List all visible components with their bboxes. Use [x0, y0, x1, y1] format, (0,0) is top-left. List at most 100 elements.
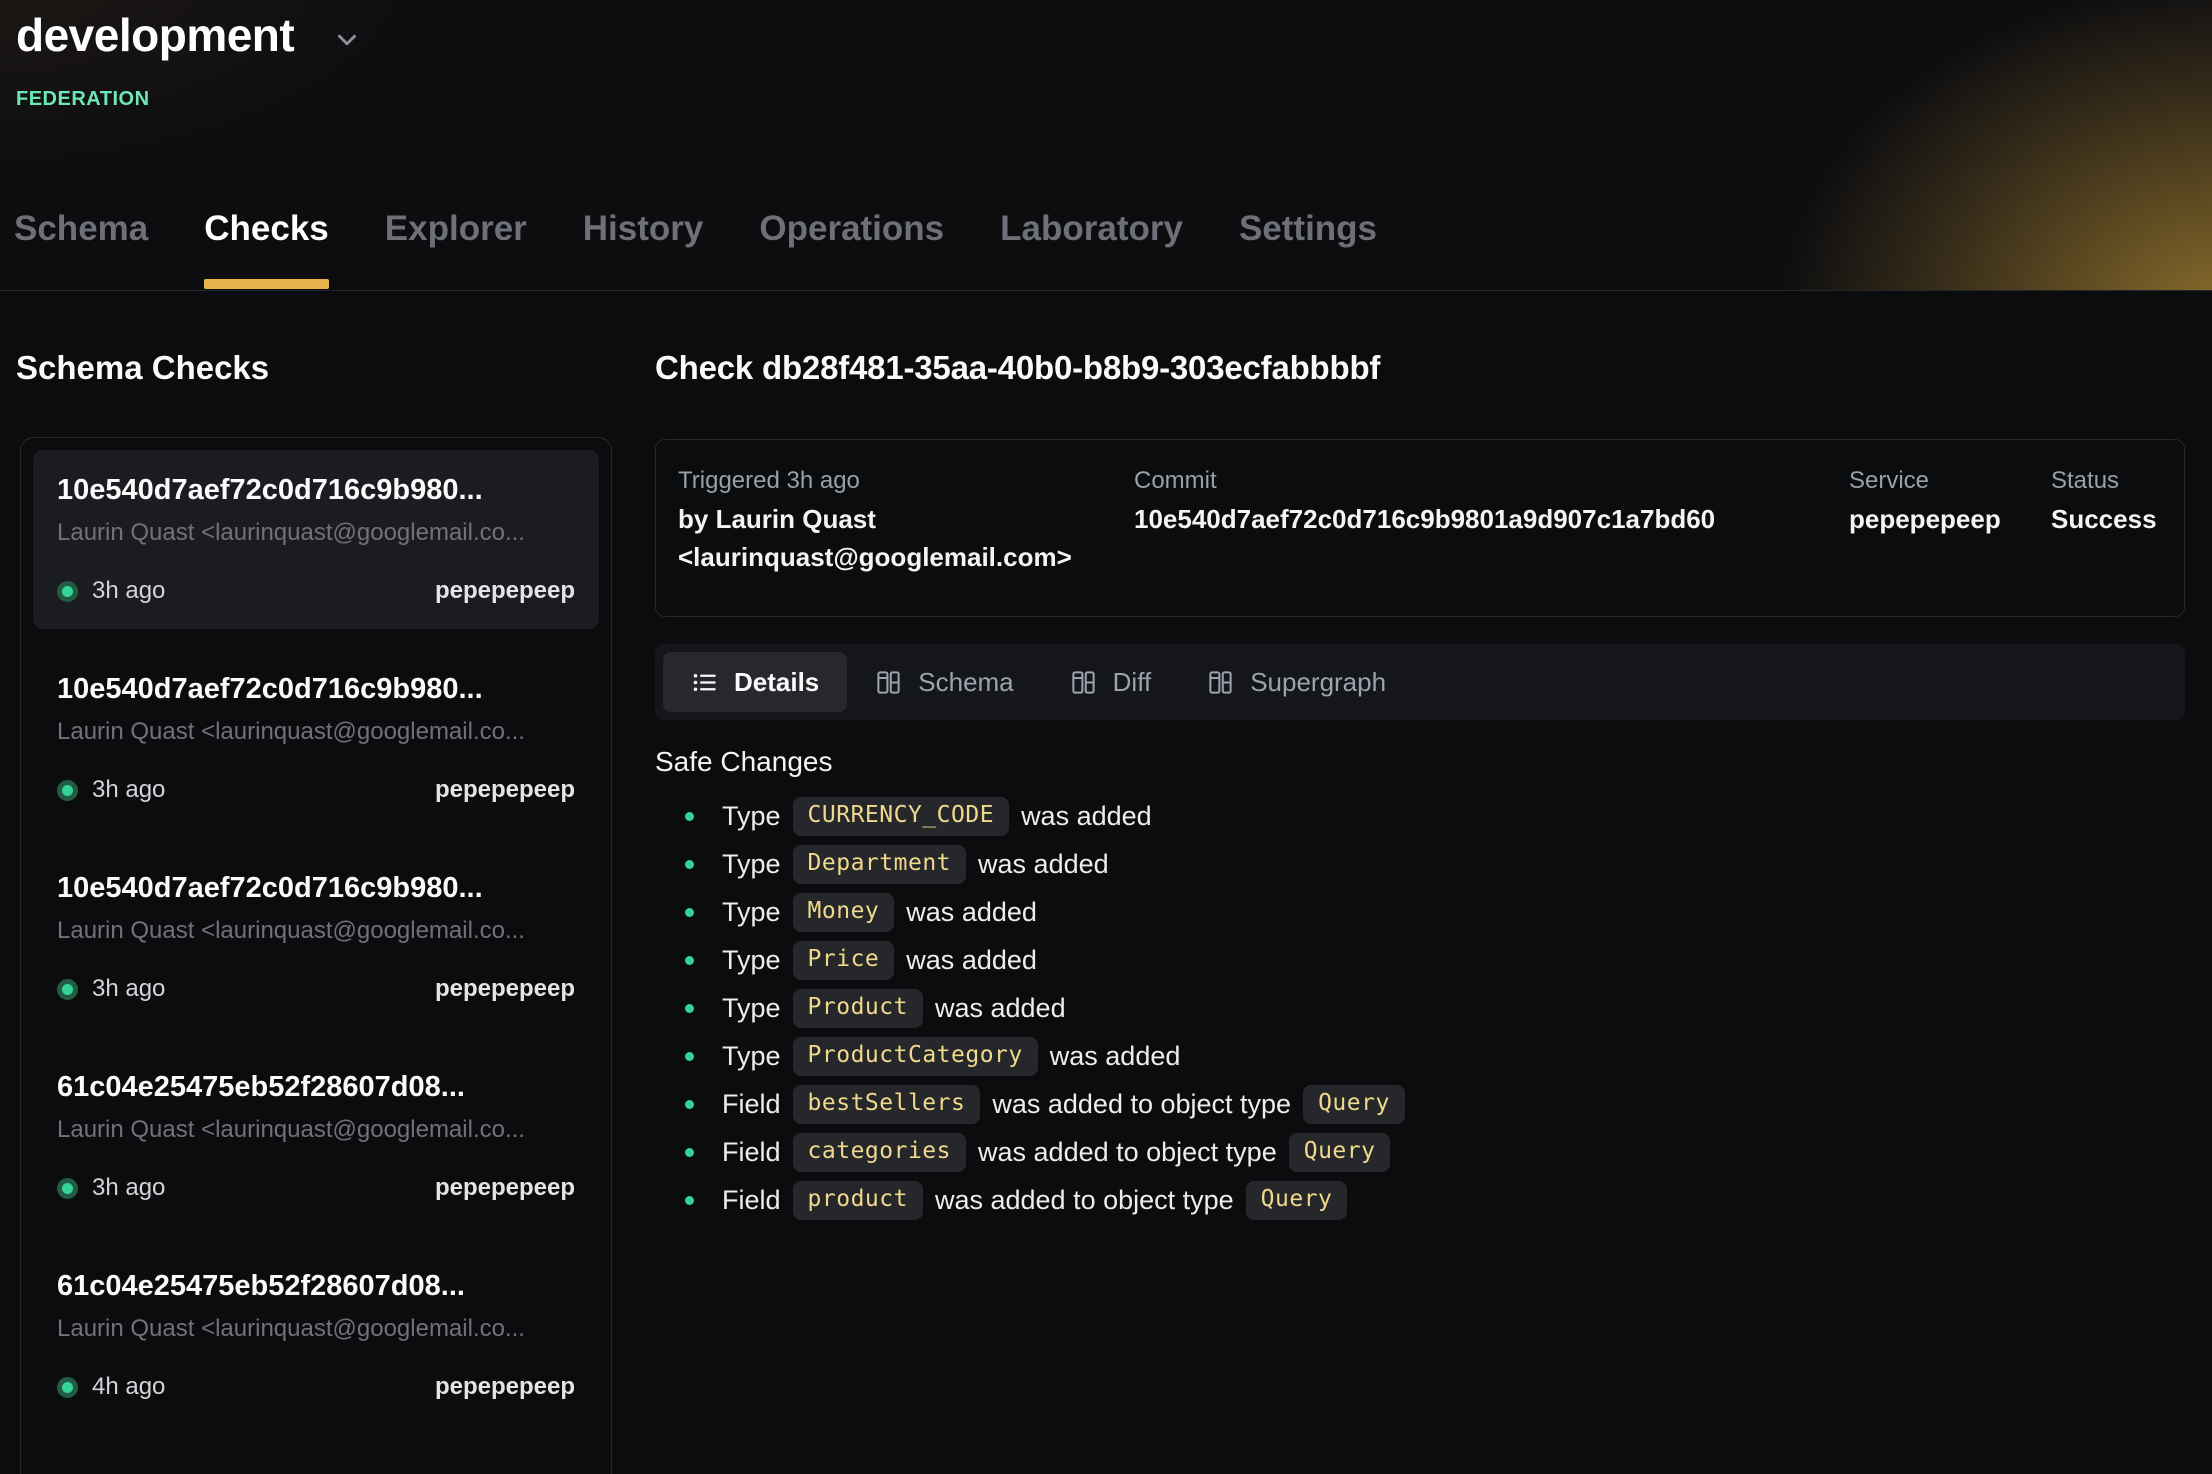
sidebar-title: Schema Checks [16, 349, 635, 387]
commit-hash: 10e540d7aef72c0d716c9b9801a9d907c1a7bd60 [1134, 500, 1849, 538]
triggered-email: <laurinquast@googlemail.com> [678, 538, 1134, 576]
list-icon [691, 669, 718, 696]
check-card[interactable]: 61c04e25475eb52f28607d08... Laurin Quast… [33, 1246, 599, 1425]
change-row: Field product was added to object type Q… [655, 1176, 2185, 1224]
change-name-chip: Money [793, 893, 895, 932]
change-row: Type ProductCategory was added [655, 1032, 2185, 1080]
bullet-icon [685, 1196, 694, 1205]
nav-tab-checks[interactable]: Checks [204, 209, 329, 290]
triggered-by: by Laurin Quast [678, 500, 1134, 538]
tab-diff[interactable]: Diff [1042, 652, 1180, 712]
bullet-icon [685, 1100, 694, 1109]
change-suffix: was added [935, 993, 1066, 1024]
change-kind: Type [722, 1041, 781, 1072]
check-service: pepepepeep [435, 1373, 575, 1401]
status-success-dot [57, 1377, 78, 1398]
service-label: Service [1849, 462, 2051, 500]
change-row: Type Money was added [655, 888, 2185, 936]
change-kind: Field [722, 1185, 781, 1216]
tab-schema[interactable]: Schema [847, 652, 1041, 712]
check-author: Laurin Quast <laurinquast@googlemail.co.… [57, 917, 575, 945]
tab-label: Details [734, 667, 819, 698]
bullet-icon [685, 1052, 694, 1061]
check-card[interactable]: 10e540d7aef72c0d716c9b980... Laurin Quas… [33, 450, 599, 629]
checks-sidebar: Schema Checks 10e540d7aef72c0d716c9b980.… [0, 291, 635, 1474]
change-suffix: was added [906, 945, 1037, 976]
change-name-chip: Department [793, 845, 966, 884]
status-success-dot [57, 780, 78, 801]
check-view-tabbar: Details Schema Diff Supergraph [655, 644, 2185, 720]
status-value: Success [2051, 500, 2157, 538]
nav-tab-explorer[interactable]: Explorer [385, 209, 527, 290]
change-target-chip: Query [1246, 1181, 1348, 1220]
check-info-box: Triggered 3h ago by Laurin Quast <laurin… [655, 439, 2185, 617]
status-success-dot [57, 979, 78, 1000]
nav-tab-history[interactable]: History [583, 209, 704, 290]
check-author: Laurin Quast <laurinquast@googlemail.co.… [57, 718, 575, 746]
service-name: pepepepeep [1849, 500, 2051, 538]
bullet-icon [685, 908, 694, 917]
change-kind: Type [722, 993, 781, 1024]
change-target-chip: Query [1303, 1085, 1405, 1124]
bullet-icon [685, 860, 694, 869]
change-name-chip: categories [793, 1133, 966, 1172]
status-success-dot [57, 1178, 78, 1199]
change-name-chip: CURRENCY_CODE [793, 797, 1010, 836]
bullet-icon [685, 1148, 694, 1157]
check-hash: 10e540d7aef72c0d716c9b980... [57, 872, 575, 905]
bullet-icon [685, 956, 694, 965]
tab-label: Schema [918, 667, 1013, 698]
nav-tab-laboratory[interactable]: Laboratory [1000, 209, 1183, 290]
change-kind: Type [722, 849, 781, 880]
check-time: 3h ago [92, 1174, 165, 1202]
status-label: Status [2051, 462, 2157, 500]
tab-label: Supergraph [1250, 667, 1386, 698]
check-card[interactable]: 61c04e25475eb52f28607d08... Laurin Quast… [33, 1047, 599, 1226]
check-hash: 10e540d7aef72c0d716c9b980... [57, 474, 575, 507]
federation-badge: FEDERATION [16, 88, 150, 111]
page-header: development FEDERATION Schema Checks Exp… [0, 0, 2212, 291]
change-kind: Type [722, 897, 781, 928]
bullet-icon [685, 812, 694, 821]
change-target-chip: Query [1289, 1133, 1391, 1172]
main-nav: Schema Checks Explorer History Operation… [14, 209, 1377, 290]
change-row: Field bestSellers was added to object ty… [655, 1080, 2185, 1128]
bullet-icon [685, 1004, 694, 1013]
check-detail-title: Check db28f481-35aa-40b0-b8b9-303ecfabbb… [655, 349, 2185, 387]
nav-tab-schema[interactable]: Schema [14, 209, 148, 290]
tab-details[interactable]: Details [663, 652, 847, 712]
project-switcher[interactable]: development [16, 8, 362, 62]
check-time: 3h ago [92, 577, 165, 605]
change-suffix: was added [906, 897, 1037, 928]
change-suffix: was added to object type [978, 1137, 1277, 1168]
check-card[interactable]: 10e540d7aef72c0d716c9b980... Laurin Quas… [33, 649, 599, 828]
check-author: Laurin Quast <laurinquast@googlemail.co.… [57, 1315, 575, 1343]
change-kind: Field [722, 1137, 781, 1168]
change-row: Field categories was added to object typ… [655, 1128, 2185, 1176]
check-time: 4h ago [92, 1373, 165, 1401]
nav-tab-operations[interactable]: Operations [759, 209, 944, 290]
check-service: pepepepeep [435, 577, 575, 605]
change-name-chip: product [793, 1181, 923, 1220]
check-card[interactable]: 10e540d7aef72c0d716c9b980... Laurin Quas… [33, 848, 599, 1027]
change-suffix: was added [1050, 1041, 1181, 1072]
nav-tab-settings[interactable]: Settings [1239, 209, 1377, 290]
panels-icon [875, 669, 902, 696]
check-service: pepepepeep [435, 1174, 575, 1202]
change-kind: Field [722, 1089, 781, 1120]
check-author: Laurin Quast <laurinquast@googlemail.co.… [57, 1116, 575, 1144]
safe-changes-list: Type CURRENCY_CODE was added Type Depart… [655, 792, 2185, 1224]
tab-label: Diff [1113, 667, 1152, 698]
change-row: Type Price was added [655, 936, 2185, 984]
change-name-chip: Price [793, 941, 895, 980]
tab-supergraph[interactable]: Supergraph [1179, 652, 1414, 712]
check-service: pepepepeep [435, 776, 575, 804]
check-hash: 10e540d7aef72c0d716c9b980... [57, 673, 575, 706]
triggered-label: Triggered 3h ago [678, 462, 1134, 500]
chevron-down-icon [332, 25, 362, 55]
change-suffix: was added [1021, 801, 1152, 832]
safe-changes-title: Safe Changes [655, 746, 2185, 778]
check-hash: 61c04e25475eb52f28607d08... [57, 1270, 575, 1303]
panels-icon [1207, 669, 1234, 696]
commit-label: Commit [1134, 462, 1849, 500]
